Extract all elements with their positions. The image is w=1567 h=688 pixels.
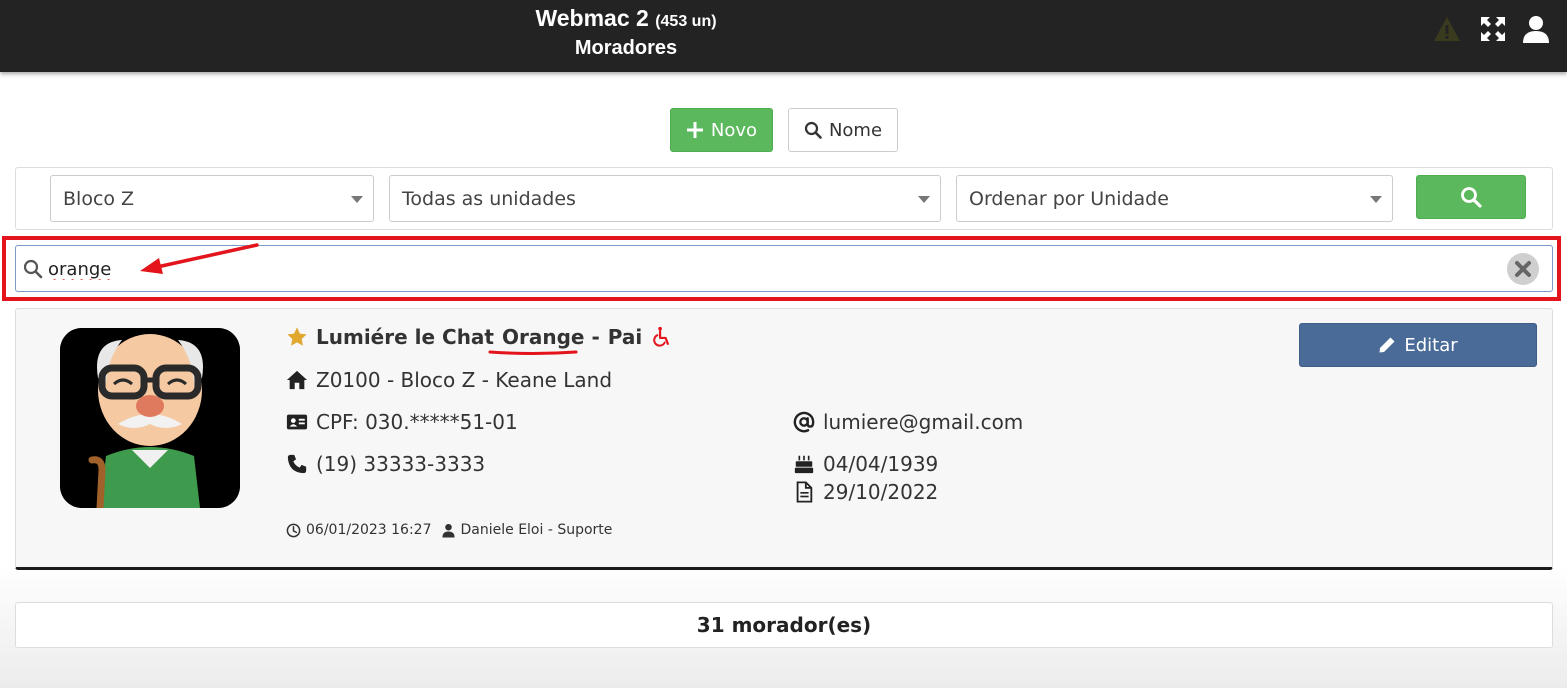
plus-icon	[686, 122, 703, 138]
block-select-value: Bloco Z	[63, 187, 135, 210]
last-update-time: 06/01/2023 16:27	[306, 522, 432, 538]
resident-count: 31 morador(es)	[15, 602, 1553, 648]
birthday-cake-icon	[794, 455, 814, 474]
resident-name: Lumiére le Chat Orange - Pai	[286, 323, 672, 351]
resident-name-suffix: Pai	[607, 325, 643, 349]
id-card-icon	[286, 414, 308, 430]
resident-count-label: 31 morador(es)	[696, 613, 872, 637]
fullscreen-icon[interactable]	[1478, 14, 1508, 44]
home-icon	[286, 370, 308, 390]
order-select-value: Ordenar por Unidade	[969, 187, 1169, 210]
annotation-arrow	[140, 243, 259, 274]
name-button-label: Nome	[828, 119, 883, 141]
edit-button-label: Editar	[1404, 334, 1458, 356]
resident-document-date: 29/10/2022	[793, 478, 938, 506]
unit-select-value: Todas as unidades	[402, 187, 576, 210]
resident-cpf: CPF: 030.*****51-01	[286, 408, 518, 436]
chevron-down-icon	[1370, 196, 1382, 203]
resident-unit-text: Z0100 - Bloco Z - Keane Land	[316, 368, 613, 392]
unit-count: (453 un)	[655, 13, 717, 30]
file-icon	[796, 481, 813, 503]
search-icon	[804, 121, 822, 139]
resident-name-highlight: Orange -	[502, 325, 600, 349]
order-select[interactable]: Ordenar por Unidade	[956, 175, 1393, 222]
resident-unit: Z0100 - Bloco Z - Keane Land	[286, 366, 612, 394]
at-icon	[793, 411, 815, 433]
edit-button[interactable]: Editar	[1299, 323, 1537, 367]
warning-icon[interactable]	[1432, 14, 1462, 44]
last-update-user: Daniele Eloi - Suporte	[460, 522, 613, 538]
clock-icon	[286, 523, 301, 537]
pencil-icon	[1379, 337, 1395, 353]
resident-phone-text: (19) 33333-3333	[316, 452, 486, 476]
search-icon	[1461, 187, 1482, 208]
phone-icon	[287, 454, 307, 474]
new-button-label: Novo	[710, 119, 758, 141]
block-select[interactable]: Bloco Z	[50, 175, 374, 222]
app-title: Webmac 2 (453 un)	[470, 5, 782, 32]
search-by-name-button[interactable]: Nome	[788, 108, 898, 152]
top-bar: Webmac 2 (453 un) Moradores	[0, 0, 1567, 72]
clear-search-button[interactable]	[1507, 253, 1539, 285]
resident-email: lumiere@gmail.com	[793, 408, 1023, 436]
resident-birth-date: 04/04/1939	[793, 450, 938, 478]
page-title: Moradores	[574, 37, 678, 59]
search-icon	[23, 259, 43, 279]
chevron-down-icon	[918, 196, 930, 203]
close-icon	[1515, 261, 1531, 277]
resident-birth-date-text: 04/04/1939	[823, 452, 939, 476]
resident-name-prefix: Lumiére le Chat	[316, 325, 494, 349]
unit-select[interactable]: Todas as unidades	[389, 175, 941, 222]
resident-email-text[interactable]: lumiere@gmail.com	[823, 410, 1023, 434]
chevron-down-icon	[351, 196, 363, 203]
app-name: Webmac 2	[535, 5, 649, 31]
search-input[interactable]	[48, 254, 1498, 284]
user-icon[interactable]	[1521, 14, 1551, 44]
filter-search-button[interactable]	[1416, 175, 1526, 219]
annotation-underline	[488, 350, 578, 355]
user-icon	[441, 523, 455, 538]
resident-phone: (19) 33333-3333	[286, 450, 485, 478]
resident-cpf-text: CPF: 030.*****51-01	[316, 410, 518, 434]
wheelchair-icon	[653, 326, 670, 347]
star-icon	[287, 327, 307, 346]
resident-avatar	[60, 328, 240, 508]
new-button[interactable]: Novo	[670, 108, 773, 152]
resident-document-date-text: 29/10/2022	[823, 480, 939, 504]
resident-last-update: 06/01/2023 16:27 Daniele Eloi - Suporte	[286, 520, 612, 540]
